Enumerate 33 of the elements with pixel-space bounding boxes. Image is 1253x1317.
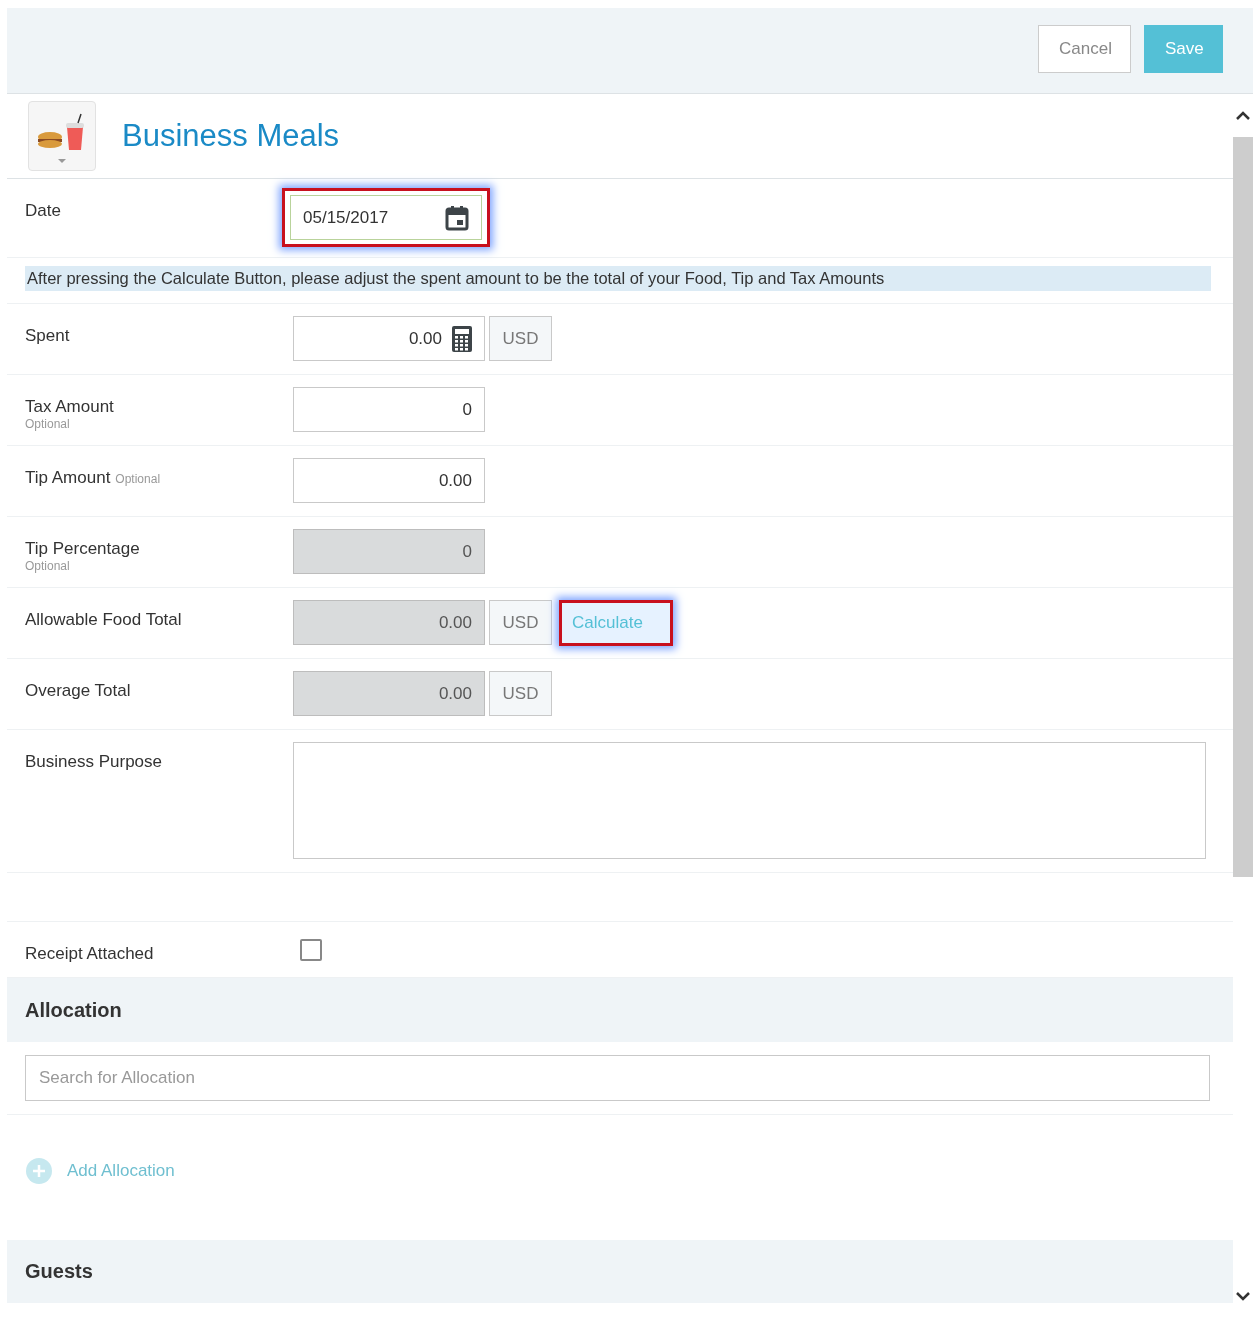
field-label: Receipt Attached — [25, 944, 155, 964]
scroll-down-icon[interactable] — [1233, 1289, 1253, 1303]
amount-field: 0 — [293, 529, 485, 574]
currency-label: USD — [489, 316, 552, 361]
optional-hint: Optional — [25, 417, 71, 431]
field-label: Tip Amount — [25, 468, 111, 488]
section-title: Allocation — [25, 998, 122, 1022]
calculator-icon[interactable] — [452, 325, 472, 352]
amount-field[interactable]: 0.00 — [293, 316, 485, 361]
amount-field: 0.00 — [293, 671, 485, 716]
field-label: Tip Percentage — [25, 539, 141, 559]
amount-field[interactable]: 0.00 — [293, 458, 485, 503]
amount-field: 0.00 — [293, 600, 485, 645]
field-label: Overage Total — [25, 681, 132, 701]
search-field[interactable]: Search for Allocation — [25, 1055, 1210, 1101]
date-field[interactable]: 05/15/2017 — [290, 195, 482, 240]
field-label: Date — [25, 201, 62, 221]
currency-label: USD — [489, 600, 552, 645]
currency-label: USD — [489, 671, 552, 716]
amount-field[interactable]: 0 — [293, 387, 485, 432]
field-label: Spent — [25, 326, 71, 346]
info-note: After pressing the Calculate Button, please adjust the spent amount to be the total of your Food, Tip and Tax Amounts — [25, 266, 1211, 291]
checkbox[interactable] — [300, 939, 322, 961]
field-label: Business Purpose — [25, 752, 164, 772]
field-label: Tax Amount — [25, 397, 115, 417]
section-title: Guests — [25, 1260, 93, 1283]
optional-hint: Optional — [115, 472, 161, 486]
page-title: Business Meals — [122, 118, 340, 154]
optional-hint: Optional — [25, 559, 71, 573]
cancel-button[interactable]: Cancel — [1038, 25, 1131, 73]
calendar-icon[interactable] — [445, 204, 469, 231]
meal-category-icon[interactable] — [28, 101, 96, 171]
field-label: Allowable Food Total — [25, 610, 183, 630]
